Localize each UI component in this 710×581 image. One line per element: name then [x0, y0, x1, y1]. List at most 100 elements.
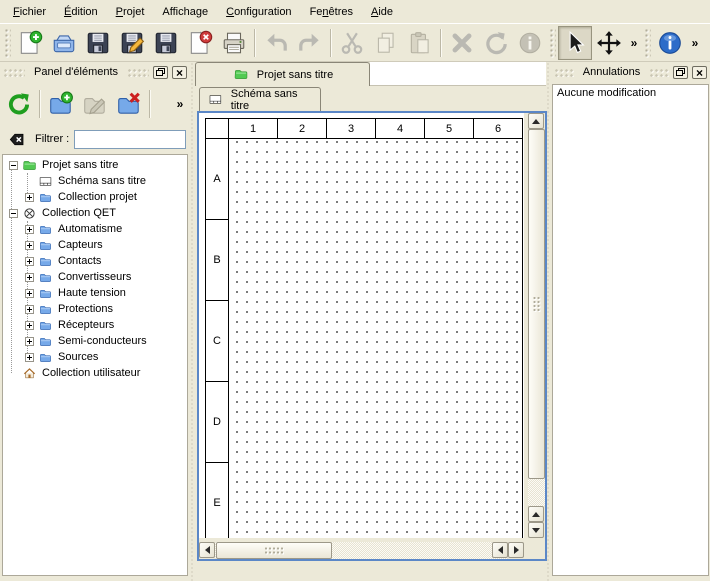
copy-button[interactable]	[369, 26, 403, 60]
filter-label: Filtrer :	[35, 133, 69, 145]
tree-item-label: Capteurs	[58, 239, 103, 251]
tree-expander-plus-icon[interactable]	[25, 193, 34, 202]
tab-projet-sans-titre[interactable]: Projet sans titre	[195, 62, 370, 86]
scroll-right-button[interactable]	[508, 542, 524, 558]
tree-item-projet-sans-titre[interactable]: Projet sans titre	[3, 157, 187, 173]
delete-button[interactable]	[445, 26, 479, 60]
tree-item-recepteurs[interactable]: Récepteurs	[3, 317, 187, 333]
save-as-button[interactable]	[115, 26, 149, 60]
tree-item-protections[interactable]: Protections	[3, 301, 187, 317]
tab-bar-empty-area	[370, 62, 546, 86]
scroll-down-button[interactable]	[528, 522, 544, 538]
select-pointer-button[interactable]	[558, 26, 592, 60]
schema-tab-label: Schéma sans titre	[231, 88, 313, 112]
save-all-button[interactable]	[149, 26, 183, 60]
clear-filter-button[interactable]	[4, 129, 30, 149]
tree-item-haute-tension[interactable]: Haute tension	[3, 285, 187, 301]
cut-button[interactable]	[335, 26, 369, 60]
toolbar-handle[interactable]	[644, 28, 651, 58]
menu-item-affichage[interactable]: Affichage	[153, 2, 217, 22]
delete-category-button[interactable]	[112, 87, 146, 121]
tree-item-convertisseurs[interactable]: Convertisseurs	[3, 269, 187, 285]
tree-item-capteurs[interactable]: Capteurs	[3, 237, 187, 253]
tree-expander-plus-icon[interactable]	[25, 225, 34, 234]
new-document-icon	[17, 30, 43, 56]
close-file-icon	[187, 30, 213, 56]
edit-category-button[interactable]	[78, 87, 112, 121]
overflow-chevron-button[interactable]: »	[626, 28, 642, 58]
menu-item-projet[interactable]: Projet	[107, 2, 154, 22]
vertical-scrollbar-thumb[interactable]	[528, 129, 545, 479]
new-category-button[interactable]	[44, 87, 78, 121]
menu-item-configuration[interactable]: Configuration	[217, 2, 300, 22]
tree-item-contacts[interactable]: Contacts	[3, 253, 187, 269]
horizontal-scrollbar[interactable]	[199, 542, 524, 559]
dock-drag-texture[interactable]	[649, 68, 669, 77]
menu-item-aide[interactable]: Aide	[362, 2, 402, 22]
dock-drag-texture[interactable]	[127, 68, 149, 77]
undo-history-item[interactable]: Aucune modification	[553, 85, 708, 101]
tree-item-collection-utilisateur[interactable]: Collection utilisateur	[3, 365, 187, 381]
dock-drag-texture[interactable]	[3, 68, 25, 77]
menu-item-fichier[interactable]: Fichier	[4, 2, 55, 22]
arrow-up-icon	[532, 508, 540, 517]
tree-expander-plus-icon[interactable]	[25, 273, 34, 282]
tab-schema-sans-titre[interactable]: Schéma sans titre	[199, 87, 321, 111]
float-panel-button[interactable]	[153, 66, 168, 79]
column-header-6: 6	[474, 119, 523, 139]
float-panel-button[interactable]	[673, 66, 688, 79]
tree-expander-plus-icon[interactable]	[25, 305, 34, 314]
reload-button[interactable]	[2, 87, 36, 121]
schema-canvas[interactable]: 123456ABCDE	[199, 113, 524, 538]
rotate-button[interactable]	[479, 26, 513, 60]
scroll-left-button-2[interactable]	[492, 542, 508, 558]
delete-icon	[449, 30, 475, 56]
open-project-button[interactable]	[47, 26, 81, 60]
tree-expander-plus-icon[interactable]	[25, 241, 34, 250]
tree-item-collection-qet[interactable]: Collection QET	[3, 205, 187, 221]
tree-item-automatisme[interactable]: Automatisme	[3, 221, 187, 237]
filter-input[interactable]	[74, 130, 186, 149]
expander-slot	[23, 349, 36, 365]
tree-item-label: Contacts	[58, 255, 101, 267]
close-panel-button[interactable]	[172, 66, 187, 79]
tree-expander-plus-icon[interactable]	[25, 321, 34, 330]
vertical-scrollbar[interactable]	[528, 113, 545, 538]
info-button[interactable]	[513, 26, 547, 60]
about-info-button[interactable]	[653, 26, 687, 60]
new-document-button[interactable]	[13, 26, 47, 60]
tree-item-collection-projet[interactable]: Collection projet	[3, 189, 187, 205]
scroll-up-button[interactable]	[528, 113, 544, 129]
overflow-chevron-button[interactable]: »	[172, 89, 188, 119]
undo-panel-title: Annulations	[578, 66, 646, 78]
save-button[interactable]	[81, 26, 115, 60]
redo-button[interactable]	[293, 26, 327, 60]
toolbar-handle[interactable]	[4, 28, 11, 58]
save-icon	[85, 30, 111, 56]
toolbar-handle[interactable]	[549, 28, 556, 58]
tree-expander-minus-icon[interactable]	[9, 209, 18, 218]
tree-expander-minus-icon[interactable]	[9, 161, 18, 170]
tree-item-semi-conducteurs[interactable]: Semi-conducteurs	[3, 333, 187, 349]
overflow-chevron-button[interactable]: »	[687, 28, 703, 58]
close-panel-button[interactable]	[692, 66, 707, 79]
scroll-up-button-2[interactable]	[528, 506, 544, 522]
print-button[interactable]	[217, 26, 251, 60]
dock-drag-texture[interactable]	[554, 68, 574, 77]
tree-item-sources[interactable]: Sources	[3, 349, 187, 365]
undo-button[interactable]	[259, 26, 293, 60]
column-header-1: 1	[229, 119, 278, 139]
paste-button[interactable]	[403, 26, 437, 60]
tree-expander-plus-icon[interactable]	[25, 337, 34, 346]
tree-expander-plus-icon[interactable]	[25, 289, 34, 298]
tree-expander-plus-icon[interactable]	[25, 353, 34, 362]
horizontal-scrollbar-thumb[interactable]	[216, 542, 332, 559]
menu-item-edition[interactable]: Édition	[55, 2, 107, 22]
move-view-button[interactable]	[592, 26, 626, 60]
tree-expander-plus-icon[interactable]	[25, 257, 34, 266]
scroll-left-button[interactable]	[199, 542, 215, 558]
tree-item-schema-sans-titre[interactable]: Schéma sans titre	[3, 173, 187, 189]
close-file-button[interactable]	[183, 26, 217, 60]
menu-item-fenetres[interactable]: Fenêtres	[301, 2, 362, 22]
tree-indent	[3, 325, 23, 326]
